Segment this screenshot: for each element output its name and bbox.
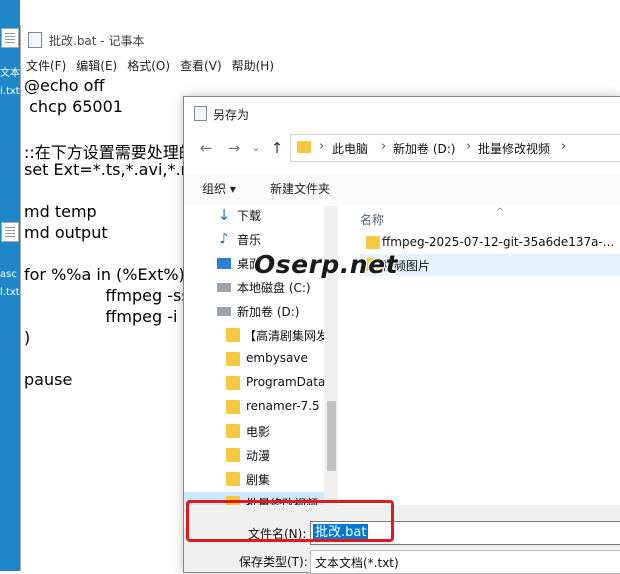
- menu-edit[interactable]: 编辑(E): [71, 54, 122, 74]
- desktop-icon: [217, 258, 231, 269]
- sort-arrow-icon: ^: [496, 207, 505, 218]
- desktop-file-label-2: i.txt: [0, 86, 20, 97]
- watermark-text: Oserp.net: [254, 250, 399, 279]
- folder-icon: [226, 400, 240, 414]
- highlight-box: [186, 500, 394, 542]
- folder-icon: [226, 448, 240, 462]
- file-name: ffmpeg-2025-07-12-git-35a6de137a-...: [382, 235, 615, 249]
- chevron-down-icon[interactable]: ⌄: [246, 137, 266, 159]
- drive-icon: [217, 283, 231, 292]
- filetype-value: 文本文档(*.txt): [315, 556, 399, 570]
- nav-item-label: 本地磁盘 (C:): [237, 281, 311, 295]
- text-line: ): [24, 328, 31, 347]
- text-line: set Ext=*.ts,*.avi,*.mp: [24, 160, 207, 179]
- breadcrumb-separator[interactable]: ›: [466, 139, 471, 154]
- nav-item-folder[interactable]: 电影: [184, 420, 324, 442]
- folder-icon: [226, 472, 240, 486]
- nav-item-drive-c[interactable]: 本地磁盘 (C:): [184, 276, 324, 298]
- file-list-item[interactable]: ffmpeg-2025-07-12-git-35a6de137a-...: [360, 232, 620, 254]
- notepad-title: 批改.bat - 记事本: [49, 34, 145, 48]
- text-line: chcp 65001: [24, 97, 123, 116]
- organize-button[interactable]: 组织 ▾: [202, 180, 236, 197]
- column-header-label: 名称: [360, 213, 385, 227]
- nav-item-folder[interactable]: 剧集: [184, 468, 324, 490]
- text-line: ffmpeg -ss: [24, 286, 190, 305]
- nav-item-label: embysave: [246, 351, 308, 365]
- desktop-background: 文本 i.txt asc l.txt: [0, 0, 20, 571]
- breadcrumb-separator[interactable]: ›: [561, 139, 566, 154]
- nav-item-folder[interactable]: embysave: [184, 348, 324, 370]
- nav-item-drive-d[interactable]: 新加卷 (D:): [184, 300, 324, 322]
- text-line: md output: [24, 223, 108, 242]
- filetype-label: 保存类型(T):: [239, 555, 308, 569]
- text-line: for %%a in (%Ext%) d: [24, 265, 201, 284]
- text-line: pause: [24, 370, 73, 389]
- text-line: @echo off: [24, 76, 105, 95]
- nav-item-label: 新加卷 (D:): [237, 305, 300, 319]
- notepad-menu-bar: 文件(F) 编辑(E) 格式(O) 查看(V) 帮助(H): [21, 54, 620, 74]
- address-bar[interactable]: › 此电脑 › 新加卷 (D:) › 批量修改视频 ›: [290, 134, 620, 162]
- text-line: ffmpeg -i ": [24, 307, 190, 326]
- text-file-icon: [1, 28, 19, 48]
- nav-item-folder[interactable]: renamer-7.5: [184, 396, 324, 418]
- dialog-toolbar: 组织 ▾ 新建文件夹: [184, 174, 620, 206]
- nav-item-label: ProgramData: [246, 375, 326, 389]
- text-line: md temp: [24, 202, 97, 221]
- folder-icon: [226, 424, 240, 438]
- notepad-icon: [28, 32, 42, 48]
- breadcrumb-separator[interactable]: ›: [319, 139, 324, 154]
- download-icon: ↓: [217, 206, 231, 224]
- filetype-select[interactable]: 文本文档(*.txt): [310, 550, 620, 574]
- nav-item-label: 下载: [237, 209, 262, 223]
- file-list-item[interactable]: 视频图片: [360, 254, 620, 276]
- menu-format[interactable]: 格式(O): [122, 54, 175, 74]
- desktop-file-label: asc: [0, 269, 17, 280]
- music-icon: ♪: [219, 231, 229, 247]
- desktop-file-label: 文本: [0, 68, 20, 79]
- up-arrow-icon[interactable]: ↑: [267, 137, 287, 159]
- nav-item-label: 剧集: [246, 473, 271, 487]
- nav-item-label: 【高清剧集网发: [244, 329, 329, 343]
- folder-icon: [226, 328, 240, 342]
- nav-item-label: renamer-7.5: [246, 399, 320, 413]
- dialog-title-bar[interactable]: 另存为: [184, 97, 620, 129]
- notepad-icon: [194, 106, 207, 121]
- folder-icon: [366, 236, 380, 249]
- nav-item-music[interactable]: ♪ 音乐: [184, 228, 324, 250]
- nav-item-label: 动漫: [246, 449, 271, 463]
- breadcrumb-drive-d[interactable]: 新加卷 (D:): [393, 140, 455, 157]
- forward-icon[interactable]: →: [224, 137, 244, 159]
- nav-item-label: 音乐: [237, 233, 262, 247]
- nav-item-downloads[interactable]: ↓ 下载: [184, 206, 324, 226]
- new-folder-button[interactable]: 新建文件夹: [270, 180, 330, 197]
- menu-view[interactable]: 查看(V): [175, 54, 227, 74]
- folder-icon: [297, 141, 311, 153]
- dialog-title: 另存为: [213, 108, 250, 122]
- nav-item-folder[interactable]: ProgramData: [184, 372, 326, 394]
- drive-icon: [217, 307, 231, 316]
- menu-file[interactable]: 文件(F): [21, 54, 71, 74]
- desktop-file-label-2: l.txt: [0, 287, 20, 298]
- breadcrumb-this-pc[interactable]: 此电脑: [332, 140, 368, 157]
- folder-icon: [226, 352, 240, 366]
- nav-item-label: 电影: [246, 425, 271, 439]
- notepad-title-bar[interactable]: 批改.bat - 记事本: [21, 25, 620, 54]
- nav-item-folder[interactable]: 动漫: [184, 444, 324, 466]
- nav-item-folder[interactable]: 【高清剧集网发: [184, 324, 328, 346]
- back-icon[interactable]: ←: [196, 137, 216, 159]
- breadcrumb-current-folder[interactable]: 批量修改视频: [478, 140, 550, 157]
- folder-icon: [226, 376, 240, 390]
- scrollbar-thumb[interactable]: [327, 401, 336, 471]
- breadcrumb-separator[interactable]: ›: [381, 139, 386, 154]
- menu-help[interactable]: 帮助(H): [227, 54, 279, 74]
- text-file-icon: [1, 222, 19, 242]
- column-header-name[interactable]: 名称 ^: [360, 207, 504, 228]
